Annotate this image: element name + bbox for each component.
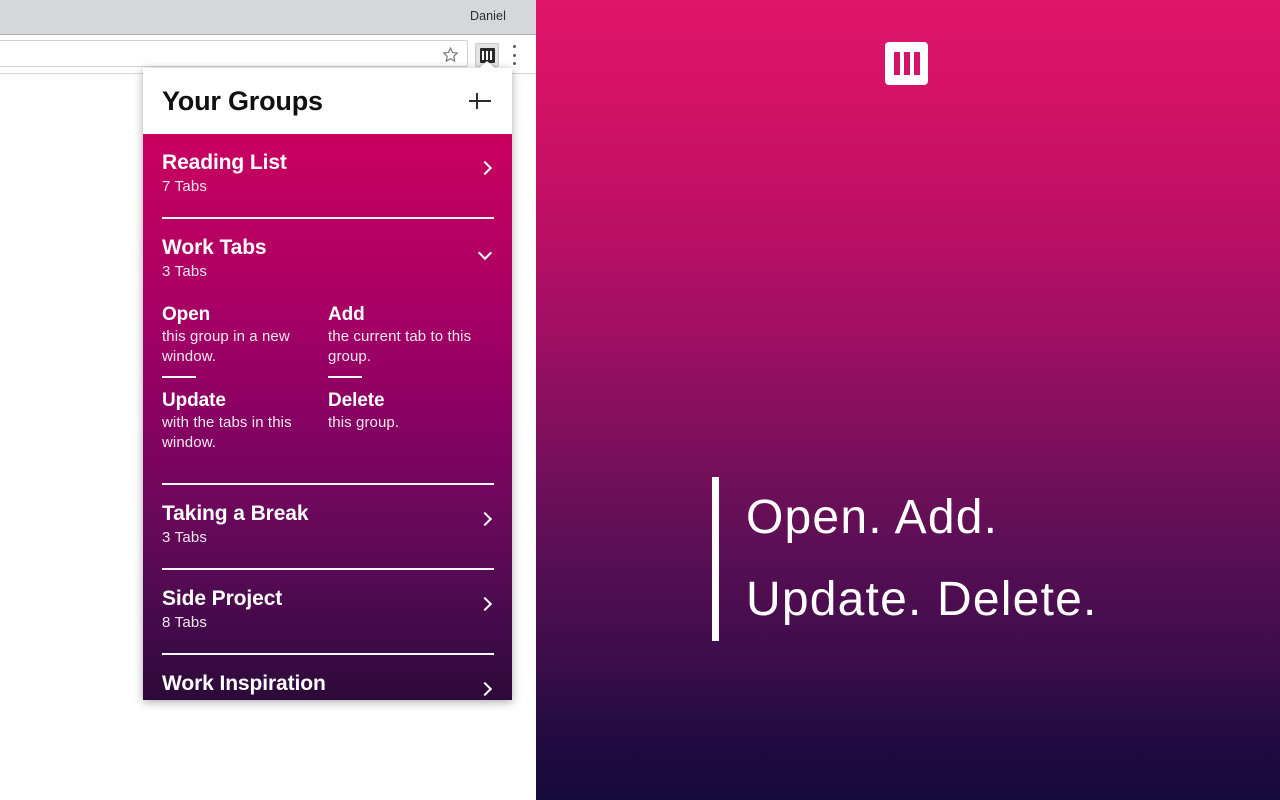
address-bar[interactable] [0, 40, 468, 67]
group-list: Reading List 7 Tabs Work Tabs 3 Tabs Ope… [143, 134, 512, 700]
action-description: the current tab to this group. [328, 328, 472, 365]
group-header[interactable]: Work Inspiration [162, 655, 494, 700]
screen-root: Daniel Your Groups Reading List 7 Tabs W… [0, 0, 1280, 800]
add-group-button[interactable] [466, 87, 494, 115]
browser-tab-strip: Daniel [0, 0, 536, 35]
tab-groups-logo [885, 42, 928, 85]
action-description: this group. [328, 414, 400, 431]
chevron-right-icon[interactable] [479, 598, 492, 611]
group-name: Taking a Break [162, 502, 309, 525]
extension-popup: Your Groups Reading List 7 Tabs Work Tab… [143, 68, 512, 700]
group-item-taking-a-break[interactable]: Taking a Break 3 Tabs [143, 485, 512, 570]
group-name: Work Inspiration [162, 672, 326, 695]
group-header[interactable]: Taking a Break 3 Tabs [162, 485, 494, 554]
promo-headline: Open. Add. Update. Delete. [712, 477, 1098, 641]
group-tab-count: 3 Tabs [162, 263, 208, 280]
action-update[interactable]: Update with the tabs in this window. [162, 388, 328, 453]
chevron-right-icon[interactable] [479, 683, 492, 696]
group-item-work-inspiration[interactable]: Work Inspiration [143, 655, 512, 700]
popup-title: Your Groups [162, 85, 323, 116]
group-actions: Open this group in a new window. Add the… [162, 288, 494, 469]
kebab-menu-icon[interactable] [512, 45, 516, 65]
headline-line-2: Update. Delete. [746, 573, 1098, 626]
group-item-reading-list[interactable]: Reading List 7 Tabs [143, 134, 512, 219]
chevron-right-icon[interactable] [479, 162, 492, 175]
group-header[interactable]: Reading List 7 Tabs [162, 134, 494, 203]
bookmark-star-icon[interactable] [442, 46, 459, 63]
action-add[interactable]: Add the current tab to this group. [328, 302, 494, 378]
group-item-side-project[interactable]: Side Project 8 Tabs [143, 570, 512, 655]
popup-pointer-arrow [477, 61, 497, 70]
chevron-down-icon[interactable] [479, 247, 492, 260]
action-description: with the tabs in this window. [162, 414, 292, 451]
headline-line-1: Open. Add. [746, 491, 999, 544]
action-open[interactable]: Open this group in a new window. [162, 302, 328, 378]
group-tab-count: 3 Tabs [162, 529, 208, 546]
action-verb: Add [328, 304, 365, 325]
action-verb: Open [162, 304, 211, 325]
action-underline [328, 376, 362, 378]
action-underline [162, 376, 196, 378]
profile-name-label[interactable]: Daniel [470, 9, 506, 23]
popup-header: Your Groups [143, 68, 512, 134]
action-verb: Delete [328, 390, 385, 411]
group-tab-count: 7 Tabs [162, 178, 208, 195]
action-delete[interactable]: Delete this group. [328, 388, 494, 453]
group-header[interactable]: Side Project 8 Tabs [162, 570, 494, 639]
action-description: this group in a new window. [162, 328, 290, 365]
group-item-work-tabs[interactable]: Work Tabs 3 Tabs Open this group in a ne… [143, 219, 512, 485]
action-verb: Update [162, 390, 226, 411]
group-name: Side Project [162, 587, 283, 610]
group-name: Reading List [162, 151, 287, 174]
promo-panel: Open. Add. Update. Delete. [536, 0, 1280, 800]
group-name: Work Tabs [162, 236, 267, 259]
group-tab-count: 8 Tabs [162, 614, 208, 631]
group-header[interactable]: Work Tabs 3 Tabs [162, 219, 494, 288]
headline-accent-bar [712, 477, 719, 641]
chevron-right-icon[interactable] [479, 513, 492, 526]
